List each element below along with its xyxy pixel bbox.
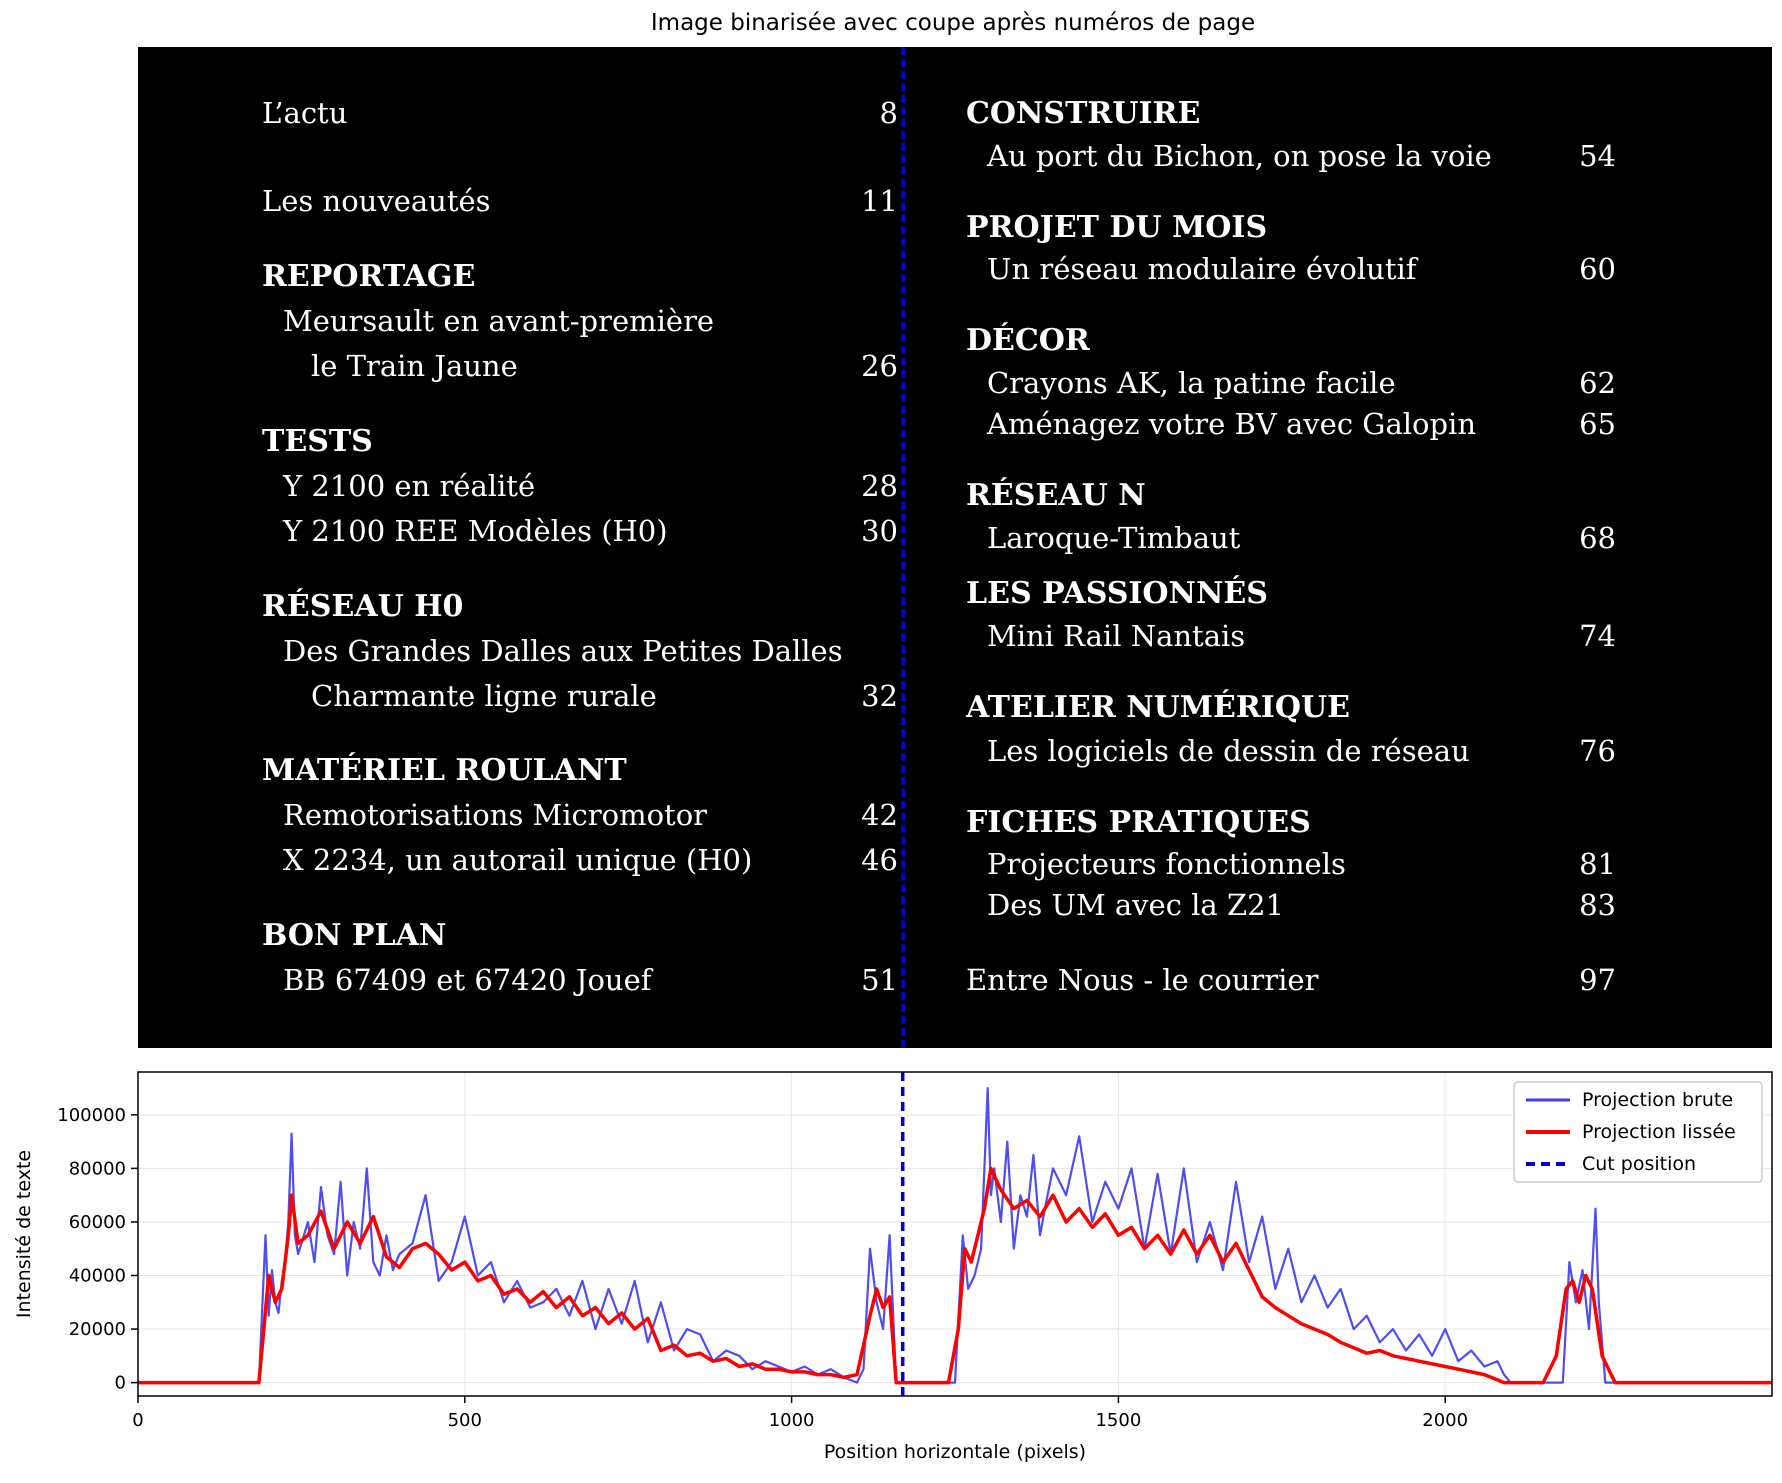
- chart-legend: Projection brute Projection lissée Cut p…: [1513, 1081, 1763, 1183]
- toc-entry-title: Crayons AK, la patine facile: [987, 366, 1396, 400]
- x-tick-label: 2000: [1422, 1410, 1468, 1431]
- toc-entry-title: X 2234, un autorail unique (H0): [283, 843, 753, 877]
- toc-entry-title: Les nouveautés: [262, 184, 491, 218]
- toc-page-number: 62: [1579, 366, 1616, 400]
- toc-page-number: 28: [861, 469, 898, 503]
- toc-page-number: 68: [1579, 521, 1616, 555]
- toc-page-number: 11: [861, 184, 898, 218]
- toc-entry-title: Aménagez votre BV avec Galopin: [987, 407, 1477, 441]
- toc-section-heading: PROJET DU MOIS: [966, 210, 1268, 245]
- toc-page-number: 30: [861, 514, 898, 548]
- toc-section-heading: TESTS: [262, 424, 373, 459]
- toc-section-heading: RÉSEAU H0: [262, 589, 464, 624]
- toc-entry-title: Au port du Bichon, on pose la voie: [987, 139, 1492, 173]
- toc-page-number: 54: [1579, 139, 1616, 173]
- x-tick-label: 0: [132, 1410, 143, 1431]
- toc-entry-title: BB 67409 et 67420 Jouef: [283, 963, 652, 997]
- toc-section-heading: DÉCOR: [966, 323, 1090, 358]
- toc-entry-title: Des UM avec la Z21: [987, 888, 1284, 922]
- toc-page-number: 8: [879, 96, 898, 130]
- toc-entry-title: Charmante ligne rurale: [311, 679, 657, 713]
- toc-page-number: 81: [1579, 847, 1616, 881]
- y-tick-label: 100000: [57, 1105, 126, 1126]
- toc-page-number: 60: [1579, 252, 1616, 286]
- toc-page-number: 76: [1579, 734, 1616, 768]
- toc-entry-title: Meursault en avant-première: [283, 304, 715, 338]
- toc-entry-title: Laroque-Timbaut: [987, 521, 1241, 555]
- toc-section-heading: CONSTRUIRE: [966, 96, 1201, 131]
- toc-page-number: 83: [1579, 888, 1616, 922]
- toc-page-number: 32: [861, 679, 898, 713]
- toc-section-heading: REPORTAGE: [262, 259, 476, 294]
- chart-ticks: 0 500 1000 1500 2000020000400006000080000100…: [57, 1105, 1468, 1431]
- toc-section-heading: RÉSEAU N: [966, 478, 1146, 513]
- toc-entry-title: Entre Nous - le courrier: [966, 963, 1319, 997]
- x-tick-label: 1500: [1095, 1410, 1141, 1431]
- cut-line-image: [900, 47, 905, 1048]
- toc-page-number: 51: [861, 963, 898, 997]
- y-tick-label: 60000: [69, 1212, 126, 1233]
- toc-entry-title: le Train Jaune: [311, 349, 518, 383]
- x-tick-label: 500: [448, 1410, 482, 1431]
- toc-entry-title: Y 2100 en réalité: [283, 469, 536, 503]
- toc-page-number: 74: [1579, 619, 1616, 653]
- toc-page-number: 26: [861, 349, 898, 383]
- toc-entry-title: Un réseau modulaire évolutif: [987, 252, 1417, 286]
- toc-page-number: 46: [861, 843, 898, 877]
- legend-label-smooth: Projection lissée: [1582, 1121, 1736, 1143]
- toc-page-number: 65: [1579, 407, 1616, 441]
- toc-section-heading: MATÉRIEL ROULANT: [262, 753, 627, 788]
- toc-page-number: 42: [861, 798, 898, 832]
- toc-section-heading: BON PLAN: [262, 918, 447, 953]
- y-tick-label: 40000: [69, 1266, 126, 1287]
- x-axis-label: Position horizontale (pixels): [824, 1441, 1086, 1463]
- toc-entry-title: Remotorisations Micromotor: [283, 798, 708, 832]
- toc-entry-title: Des Grandes Dalles aux Petites Dalles: [283, 634, 843, 668]
- projection-chart: 0 500 1000 1500 2000020000400006000080000100…: [13, 1071, 1773, 1463]
- x-tick-label: 1000: [769, 1410, 815, 1431]
- toc-entry-title: Y 2100 REE Modèles (H0): [283, 514, 668, 548]
- y-tick-label: 20000: [69, 1319, 126, 1340]
- y-axis-label: Intensité de texte: [13, 1150, 35, 1318]
- figure-title: Image binarisée avec coupe après numéros…: [650, 10, 1256, 36]
- binarized-image-panel: L’actu 8 Les nouveautés 11 REPORTAGE Meursaul…: [138, 47, 1772, 1048]
- toc-entry-title: Les logiciels de dessin de réseau: [987, 734, 1470, 768]
- toc-entry-title: L’actu: [262, 96, 348, 130]
- toc-entry-title: Projecteurs fonctionnels: [987, 847, 1346, 881]
- legend-label-cut: Cut position: [1582, 1153, 1696, 1175]
- toc-section-heading: FICHES PRATIQUES: [966, 805, 1311, 840]
- toc-section-heading: ATELIER NUMÉRIQUE: [966, 690, 1350, 725]
- y-tick-label: 80000: [69, 1158, 126, 1179]
- toc-section-heading: LES PASSIONNÉS: [966, 576, 1268, 611]
- toc-entry-title: Mini Rail Nantais: [987, 619, 1246, 653]
- y-tick-label: 0: [115, 1373, 126, 1394]
- legend-label-raw: Projection brute: [1582, 1089, 1733, 1111]
- toc-page-number: 97: [1579, 963, 1616, 997]
